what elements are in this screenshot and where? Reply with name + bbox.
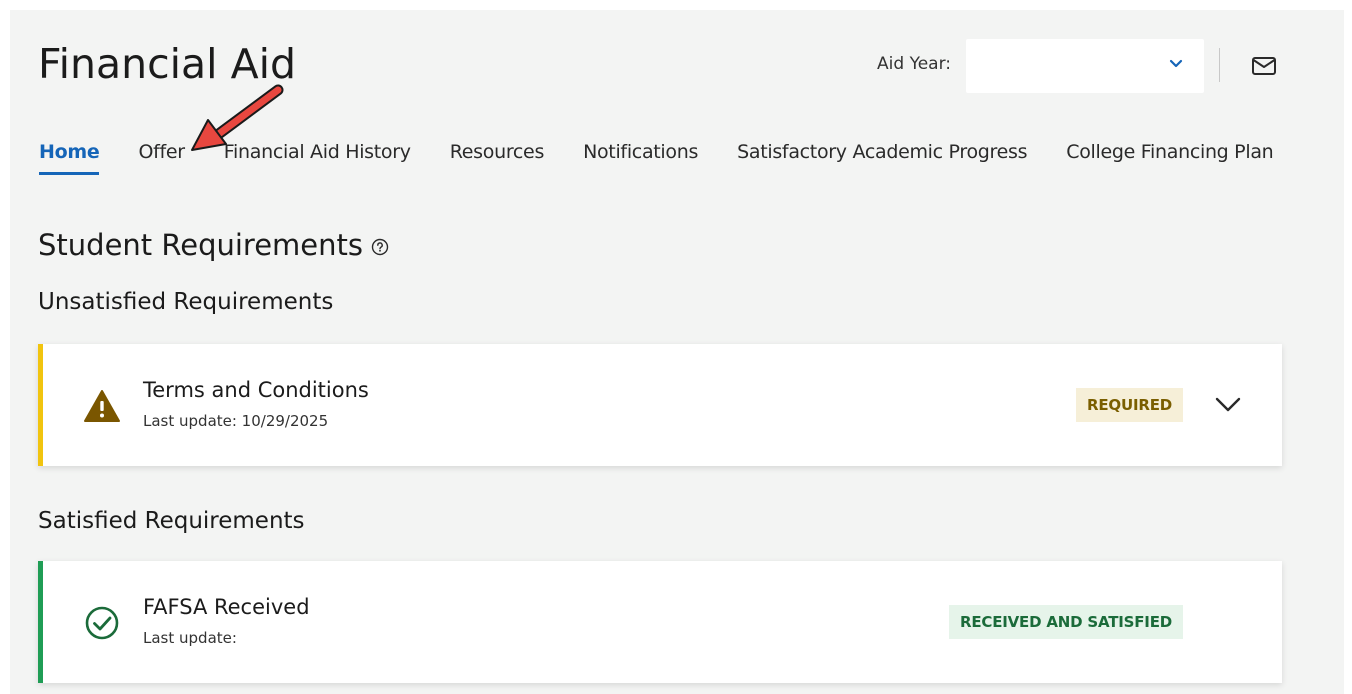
satisfied-requirements-heading: Satisfied Requirements xyxy=(38,508,305,534)
help-icon[interactable] xyxy=(371,238,389,256)
student-requirements-heading: Student Requirements xyxy=(38,226,389,264)
financial-aid-page: Financial Aid Aid Year: Home Offer Finan… xyxy=(10,10,1344,694)
header-divider xyxy=(1219,48,1220,82)
tab-satisfactory-academic-progress[interactable]: Satisfactory Academic Progress xyxy=(737,138,1027,178)
tab-offer[interactable]: Offer xyxy=(138,138,185,178)
tab-home[interactable]: Home xyxy=(39,138,100,178)
requirement-name: Terms and Conditions xyxy=(143,378,369,402)
student-requirements-title: Student Requirements xyxy=(38,228,363,262)
chevron-down-icon[interactable] xyxy=(1214,392,1242,416)
unsatisfied-requirements-heading: Unsatisfied Requirements xyxy=(38,289,334,315)
requirement-last-update: Last update: xyxy=(143,629,237,647)
requirement-card-terms[interactable]: Terms and Conditions Last update: 10/29/… xyxy=(38,344,1282,466)
warning-icon xyxy=(84,390,120,422)
status-badge: REQUIRED xyxy=(1076,388,1183,422)
aid-year-select[interactable] xyxy=(966,39,1204,93)
requirement-last-update: Last update: 10/29/2025 xyxy=(143,412,329,430)
requirement-card-fafsa[interactable]: FAFSA Received Last update: RECEIVED AND… xyxy=(38,561,1282,683)
requirement-name: FAFSA Received xyxy=(143,595,310,619)
aid-year-label: Aid Year: xyxy=(877,54,951,74)
annotation-arrow-icon xyxy=(191,84,284,151)
check-circle-icon xyxy=(85,606,119,640)
tab-notifications[interactable]: Notifications xyxy=(583,138,698,178)
mail-icon[interactable] xyxy=(1250,54,1278,78)
tab-resources[interactable]: Resources xyxy=(450,138,545,178)
page-title: Financial Aid xyxy=(38,40,297,88)
status-badge: RECEIVED AND SATISFIED xyxy=(949,605,1183,639)
tab-college-financing-plan[interactable]: College Financing Plan xyxy=(1066,138,1273,178)
chevron-down-icon xyxy=(1169,59,1183,68)
